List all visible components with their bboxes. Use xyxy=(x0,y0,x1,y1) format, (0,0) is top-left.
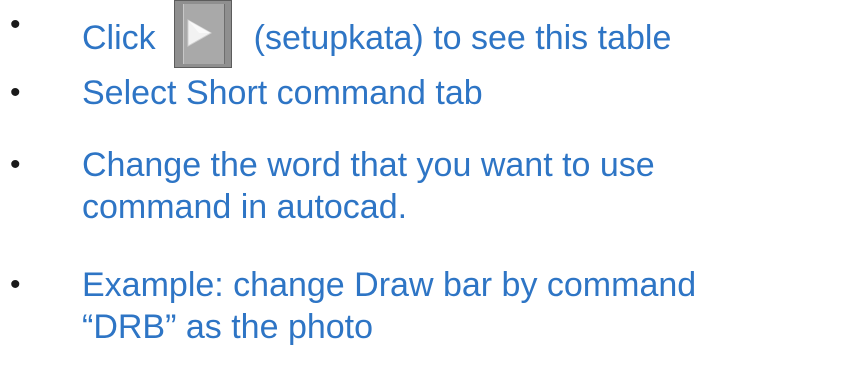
bullet-text: Click (setupkata) to see this table xyxy=(82,0,672,72)
bullet-line-2: “DRB” as the photo xyxy=(82,308,374,346)
bullet-text-after-icon: (setupkata) to see this table xyxy=(253,19,672,57)
bullet-text-before-icon: Click xyxy=(82,19,156,57)
bullet-text: Change the word that you want to use com… xyxy=(82,144,655,228)
setupkata-play-button[interactable] xyxy=(173,0,232,68)
bullet-line-2: command in autocad. xyxy=(82,188,408,226)
bullet-text: Example: change Draw bar by command “DRB… xyxy=(82,264,696,348)
bullet-marker: • xyxy=(10,148,21,181)
slide: • Click (setupkata) to see this table • … xyxy=(0,0,868,385)
bullet-text: Select Short command tab xyxy=(82,74,483,112)
play-icon xyxy=(187,19,212,47)
bullet-marker: • xyxy=(10,76,21,109)
bullet-marker: • xyxy=(10,8,21,41)
bullet-line-1: Change the word that you want to use xyxy=(82,146,655,184)
bullet-marker: • xyxy=(10,268,21,301)
bullet-line-1: Example: change Draw bar by command xyxy=(82,266,697,304)
